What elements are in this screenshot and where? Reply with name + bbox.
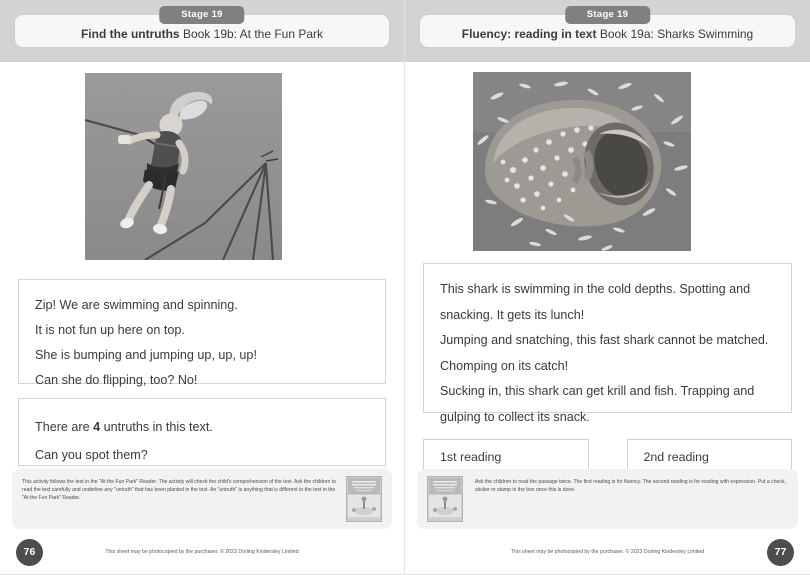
right-teacher-note-text: Ask the children to read the passage twi…: [475, 479, 786, 494]
right-book-reference: Book 19a: Sharks Swimming: [599, 27, 754, 41]
sharks-swimming-book-cover: [427, 476, 463, 522]
left-page-body: Zip! We are swimming and spinning. It is…: [0, 62, 404, 469]
left-activity-title: Find the untruths: [80, 27, 180, 41]
right-title-line: Fluency: reading in text Book 19a: Shark…: [462, 27, 753, 41]
left-bottom-bar: 76 This sheet may be photocopied by the …: [0, 529, 404, 575]
passage-line: Zip! We are swimming and spinning.: [35, 298, 238, 312]
untruths-count-statement: There are 4 untruths in this text.: [35, 413, 369, 441]
worksheet-spread: Find the untruths Book 19b: At the Fun P…: [0, 0, 810, 575]
left-teacher-note-panel: This activity follows the text in the "A…: [12, 469, 392, 529]
passage-line: She is bumping and jumping up, up, up!: [35, 348, 257, 362]
right-teacher-note-panel: Ask the children to read the passage twi…: [417, 469, 798, 529]
question-prefix: There are: [35, 420, 94, 434]
passage-paragraph: This shark is swimming in the cold depth…: [440, 282, 751, 322]
right-copyright: This sheet may be photocopied by the pur…: [510, 549, 705, 555]
left-book-reference: Book 19b: At the Fun Park: [182, 27, 324, 41]
girl-bungee-trampoline-photo: [85, 73, 282, 260]
right-bottom-bar: This sheet may be photocopied by the pur…: [405, 529, 810, 575]
passage-paragraph: Sucking in, this shark can get krill and…: [440, 384, 755, 424]
left-passage-box: Zip! We are swimming and spinning. It is…: [18, 279, 386, 387]
question-prompt: Can you spot them?: [35, 448, 148, 462]
whale-shark-feeding-photo: [473, 72, 691, 251]
left-teacher-note-text: This activity follows the text in the "A…: [22, 479, 336, 502]
left-page: Find the untruths Book 19b: At the Fun P…: [0, 0, 405, 575]
passage-paragraph: Jumping and snatching, this fast shark c…: [440, 333, 769, 373]
passage-line: Can she do flipping, too? No!: [35, 373, 198, 387]
left-title-line: Find the untruths Book 19b: At the Fun P…: [81, 27, 323, 41]
left-question-box: There are 4 untruths in this text. Can y…: [18, 398, 386, 466]
right-page-body: This shark is swimming in the cold depth…: [405, 62, 810, 475]
right-page-number: 77: [767, 538, 794, 566]
right-activity-title: Fluency: reading in text: [461, 27, 597, 41]
left-header-band: Find the untruths Book 19b: At the Fun P…: [0, 0, 404, 62]
right-header-band: Fluency: reading in text Book 19a: Shark…: [405, 0, 810, 62]
right-page: Fluency: reading in text Book 19a: Shark…: [405, 0, 810, 575]
passage-line: It is not fun up here on top.: [35, 323, 185, 337]
left-copyright: This sheet may be photocopied by the pur…: [105, 549, 299, 555]
left-stage-badge: Stage 19: [159, 6, 245, 24]
question-suffix: untruths in this text.: [100, 420, 213, 434]
left-page-number: 76: [16, 538, 43, 566]
right-passage-box: This shark is swimming in the cold depth…: [423, 263, 792, 424]
right-stage-badge: Stage 19: [564, 6, 651, 24]
at-the-fun-park-book-cover: [346, 476, 382, 522]
